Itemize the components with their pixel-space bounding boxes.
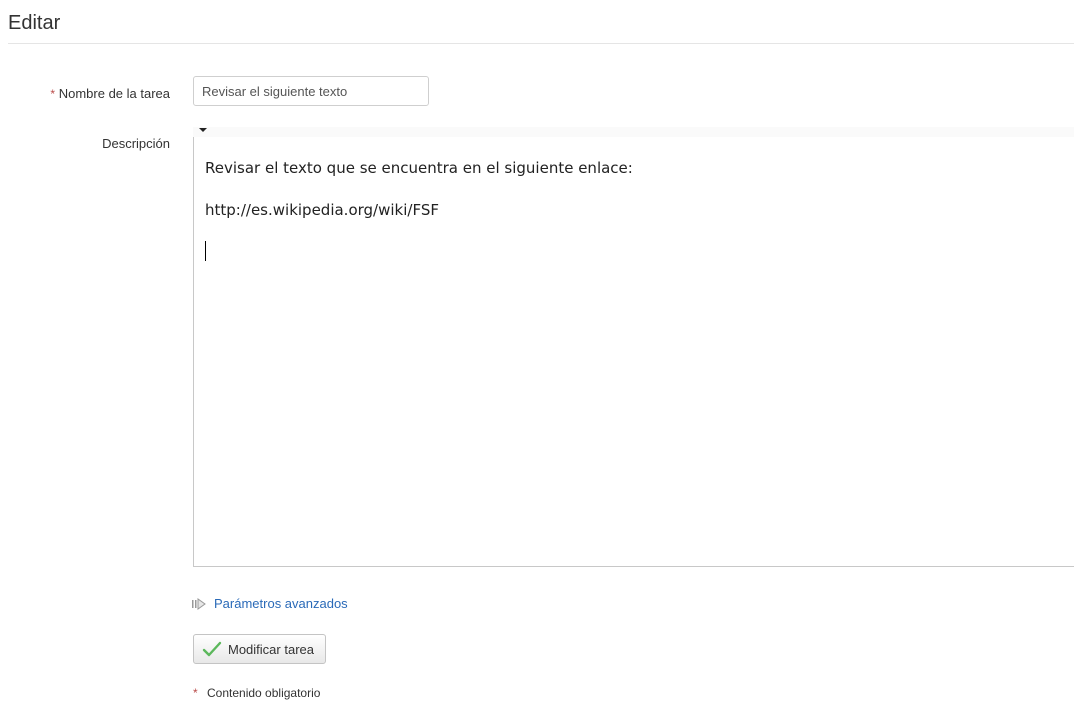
required-marker: * xyxy=(193,686,198,700)
required-note-text: Contenido obligatorio xyxy=(207,686,321,700)
editor-line: http://es.wikipedia.org/wiki/FSF xyxy=(205,201,439,219)
advanced-params-link[interactable]: Parámetros avanzados xyxy=(192,596,348,611)
page-title: Editar xyxy=(8,12,61,34)
description-editor[interactable]: Revisar el texto que se encuentra en el … xyxy=(193,137,1074,567)
required-marker: * xyxy=(50,87,56,101)
arrow-right-icon xyxy=(192,597,206,610)
advanced-params-label: Parámetros avanzados xyxy=(214,596,348,611)
task-name-input[interactable] xyxy=(193,76,429,106)
caret-down-icon[interactable] xyxy=(199,128,207,132)
text-cursor xyxy=(205,241,206,261)
title-divider xyxy=(8,43,1074,44)
description-label: Descripción xyxy=(102,136,170,151)
checkmark-icon xyxy=(202,641,222,657)
task-name-label-text: Nombre de la tarea xyxy=(58,86,170,101)
modify-task-label: Modificar tarea xyxy=(228,641,314,657)
modify-task-button[interactable]: Modificar tarea xyxy=(193,634,326,664)
editor-line: Revisar el texto que se encuentra en el … xyxy=(205,159,633,177)
task-name-label: * Nombre de la tarea xyxy=(20,86,170,101)
required-footnote: * Contenido obligatorio xyxy=(193,686,320,700)
